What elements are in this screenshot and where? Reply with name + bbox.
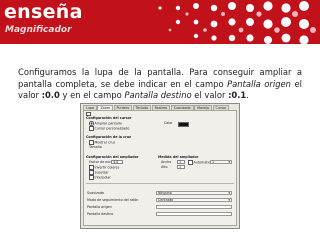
smoothing-combo[interactable]: Ninguno ▾ <box>156 190 232 195</box>
cursor-color-button[interactable] <box>178 121 189 127</box>
invert-colors-checkbox[interactable] <box>89 165 94 170</box>
magnification-section-title: Medida del ampliador <box>158 155 199 159</box>
auto-option[interactable]: Automático <box>188 160 212 165</box>
auto-checkbox[interactable] <box>188 160 193 165</box>
chevron-down-icon: ▾ <box>228 190 230 195</box>
crosswire-checkbox[interactable] <box>89 140 94 145</box>
smoothing-checkbox[interactable] <box>89 170 94 175</box>
cursor-color-label: Color <box>164 121 173 125</box>
settings-panel: Configuración del cursor Ampliar pantall… <box>83 110 237 226</box>
target-screen-input[interactable] <box>156 211 232 216</box>
crosswire-section-title: Configuración de la cruz <box>86 135 131 139</box>
mouse-tracking-combo[interactable]: Centrado ▾ <box>156 197 232 202</box>
crosswire-option-1[interactable]: Mostrar cruz <box>89 140 115 145</box>
mouse-tracking-label: Modo de seguimiento del ratón <box>87 198 139 202</box>
height-spinner[interactable]: 1 <box>177 165 185 169</box>
chevron-down-icon: ▾ <box>228 159 230 164</box>
field-dest-ref: Pantalla destino <box>124 89 192 100</box>
width-label: Ancho <box>161 160 172 164</box>
intro-paragraph: Configuramos la lupa de la pantalla. Par… <box>18 67 302 100</box>
cursor-section-title: Configuración del cursor <box>86 116 132 120</box>
interpolate-option[interactable]: Interpolar <box>89 175 111 180</box>
zoom-factor-spinner[interactable]: 4.0 <box>111 160 123 164</box>
field-origin-ref: Pantalla origen <box>227 78 291 89</box>
chevron-down-icon: ▾ <box>228 197 230 202</box>
crosswire-size-label: Tamaño <box>89 145 102 149</box>
value-origin: :0.0 <box>41 89 60 100</box>
zoom-section-title: Configuración del ampliador <box>86 155 139 159</box>
source-screen-input[interactable] <box>156 204 232 209</box>
invert-colors-option[interactable]: Invertir colores <box>89 165 119 170</box>
width-spinner[interactable]: 1 <box>177 160 185 164</box>
cursor-checkbox-2[interactable] <box>89 126 94 131</box>
decorative-dot-grid <box>158 1 316 44</box>
interpolate-checkbox[interactable] <box>89 175 94 180</box>
target-screen-label: Pantalla destino <box>87 212 114 216</box>
magnifier-preferences-screenshot: Lupa Zoom Puntero Teclado Rastreo Suaviz… <box>80 103 240 229</box>
separator <box>86 183 234 184</box>
value-dest: :0.1 <box>228 89 247 100</box>
source-screen-label: Pantalla origen <box>87 205 112 209</box>
magnification-combo[interactable]: 1 ▾ <box>210 159 232 164</box>
smoothing-option[interactable]: Suavizar <box>89 170 109 175</box>
cursor-radio-1[interactable] <box>89 121 94 126</box>
smoothing-field-label: Suavizado <box>87 191 104 195</box>
height-label: Alto <box>161 165 168 169</box>
cursor-option-1[interactable]: Ampliar pantalla <box>89 121 122 126</box>
cursor-option-2[interactable]: Cursor personalizado <box>89 126 129 131</box>
header-banner: enseña Magnificador <box>0 0 320 44</box>
